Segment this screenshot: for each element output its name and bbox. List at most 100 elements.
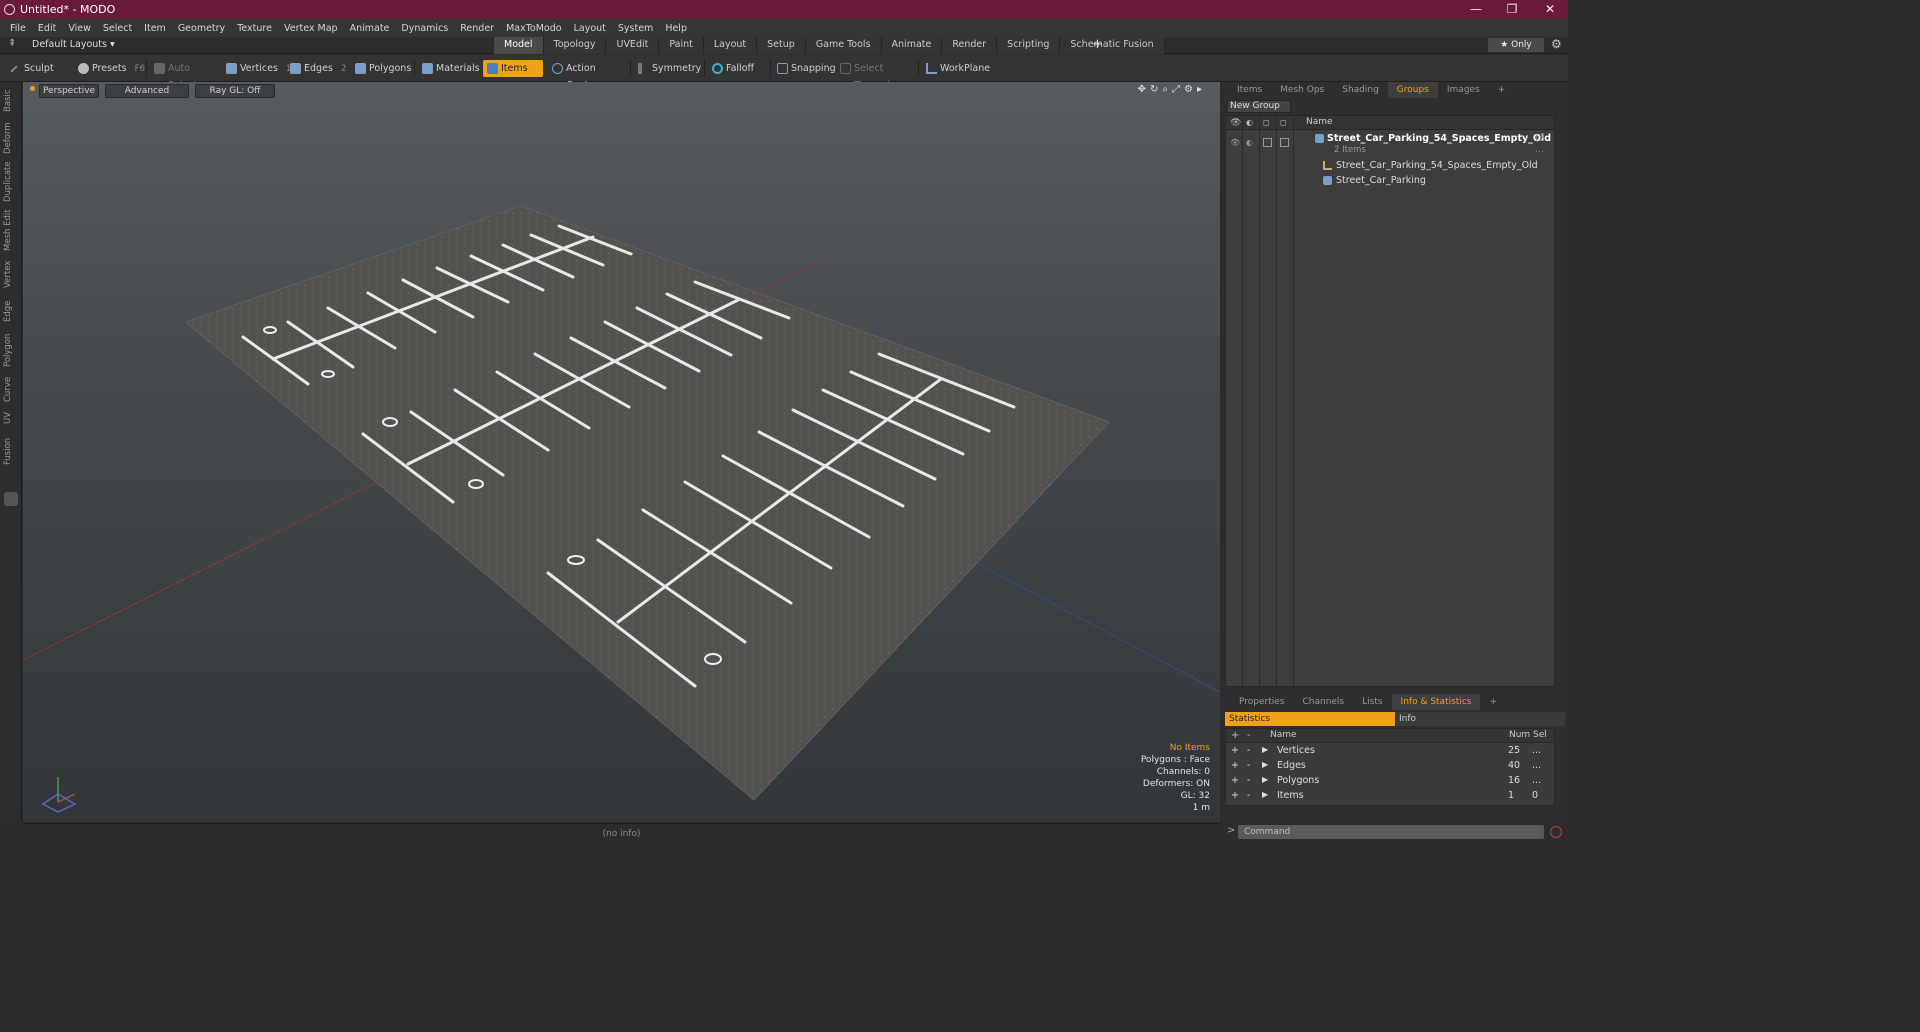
menu-texture[interactable]: Texture	[231, 23, 278, 34]
tab-info-statistics[interactable]: Info & Statistics	[1391, 694, 1481, 710]
group-child-row[interactable]: Street_Car_Parking	[1226, 174, 1556, 189]
row-add-icon[interactable]: +	[1231, 790, 1239, 801]
menu-select[interactable]: Select	[97, 23, 138, 34]
stats-row[interactable]: + - ▶ Edges 40 ...	[1226, 759, 1556, 774]
tab-topology[interactable]: Topology	[543, 37, 607, 54]
sculpt-button[interactable]: Sculpt	[6, 60, 68, 77]
menu-animate[interactable]: Animate	[344, 23, 396, 34]
stats-row[interactable]: + - ▶ Items 1 0	[1226, 789, 1556, 804]
tab-items[interactable]: Items	[1223, 82, 1271, 98]
vertices-button[interactable]: Vertices 1	[222, 60, 291, 77]
menu-edit[interactable]: Edit	[32, 23, 62, 34]
tab-lists[interactable]: Lists	[1353, 694, 1391, 710]
row-visibility-icon[interactable]: 👁	[1230, 138, 1240, 147]
tab-groups[interactable]: Groups	[1387, 82, 1438, 98]
tab-setup[interactable]: Setup	[757, 37, 806, 54]
side-tab-fusion[interactable]: Fusion	[3, 434, 19, 468]
row-remove-icon[interactable]: -	[1247, 745, 1250, 756]
menu-system[interactable]: System	[612, 23, 659, 34]
3d-viewport[interactable]: Perspective Advanced Ray GL: Off ✥↻⌕⤢⚙▸ …	[23, 82, 1220, 822]
add-panel-tab[interactable]: +	[1480, 694, 1506, 710]
perspective-dropdown[interactable]: Perspective	[39, 84, 99, 98]
side-tab-mesh-edit[interactable]: Mesh Edit	[3, 208, 19, 252]
tab-shading[interactable]: Shading	[1333, 82, 1388, 98]
select-through-button[interactable]: Select Through	[836, 60, 916, 91]
menu-maxtomodo[interactable]: MaxToModo	[500, 23, 568, 34]
viewport-menu-dot[interactable]	[30, 86, 35, 91]
command-input[interactable]: Command	[1238, 825, 1544, 839]
shading-dropdown[interactable]: Advanced	[105, 84, 189, 98]
row-remove-icon[interactable]: -	[1247, 790, 1250, 801]
menu-dynamics[interactable]: Dynamics	[395, 23, 454, 34]
row-add-icon[interactable]: +	[1231, 745, 1239, 756]
add-tab-button[interactable]: +	[1092, 37, 1103, 52]
tab-scripting[interactable]: Scripting	[997, 37, 1061, 54]
side-tab-polygon[interactable]: Polygon	[3, 330, 19, 370]
row-render-icon[interactable]: ◐	[1246, 138, 1253, 147]
edges-button[interactable]: Edges 2	[286, 60, 348, 77]
polygons-button[interactable]: Polygons	[351, 60, 411, 77]
row-add-icon[interactable]: +	[1231, 775, 1239, 786]
menu-help[interactable]: Help	[659, 23, 693, 34]
raygl-toggle[interactable]: Ray GL: Off	[195, 84, 275, 98]
expand-arrow-icon[interactable]: ▶	[1262, 775, 1268, 784]
side-tab-curve[interactable]: Curve	[3, 374, 19, 404]
row-remove-icon[interactable]: -	[1247, 760, 1250, 771]
maximize-button[interactable]: ❐	[1494, 0, 1530, 19]
expand-arrow-icon[interactable]: ▶	[1262, 745, 1268, 754]
tab-mesh-ops[interactable]: Mesh Ops	[1271, 82, 1333, 98]
side-tab-deform[interactable]: Deform	[3, 120, 19, 156]
tab-channels[interactable]: Channels	[1293, 694, 1353, 710]
menu-file[interactable]: File	[4, 23, 32, 34]
menu-layout[interactable]: Layout	[568, 23, 612, 34]
default-layouts-dropdown[interactable]: Default Layouts ▾	[32, 39, 115, 50]
materials-button[interactable]: Materials	[418, 60, 480, 77]
statistics-tab[interactable]: Statistics	[1225, 712, 1395, 726]
auto-select-button[interactable]: Auto Select	[150, 60, 218, 91]
expand-arrow-icon[interactable]: ▶	[1262, 790, 1268, 799]
info-tab[interactable]: Info	[1395, 712, 1565, 726]
side-tab-duplicate[interactable]: Duplicate	[3, 160, 19, 204]
collapse-all-icon[interactable]: -	[1247, 730, 1251, 741]
stats-row[interactable]: + - ▶ Polygons 16 ...	[1226, 774, 1556, 789]
gear-icon[interactable]: ⚙	[1551, 37, 1562, 51]
menu-render[interactable]: Render	[454, 23, 500, 34]
side-tab-edge[interactable]: Edge	[3, 296, 19, 326]
only-button[interactable]: ★ Only	[1488, 38, 1544, 52]
new-group-button[interactable]: New Group	[1227, 100, 1291, 113]
falloff-button[interactable]: Falloff	[708, 60, 770, 77]
workplane-button[interactable]: WorkPlane	[922, 60, 990, 77]
tab-properties[interactable]: Properties	[1223, 694, 1293, 710]
tab-model[interactable]: Model	[494, 37, 544, 54]
items-button[interactable]: Items	[483, 60, 543, 77]
symmetry-button[interactable]: Symmetry	[634, 60, 704, 77]
tab-layout[interactable]: Layout	[703, 37, 758, 54]
row-select-checkbox[interactable]	[1280, 138, 1289, 147]
stats-row[interactable]: + - ▶ Vertices 25 ...	[1226, 744, 1556, 759]
tab-images[interactable]: Images	[1438, 82, 1489, 98]
row-lock-checkbox[interactable]	[1263, 138, 1272, 147]
menu-geometry[interactable]: Geometry	[172, 23, 231, 34]
group-row[interactable]: 👁 ◐ Street_Car_Parking_54_Spaces_Empty_O…	[1226, 132, 1556, 158]
action-center-button[interactable]: Action Center	[548, 60, 626, 91]
side-tab-vertex[interactable]: Vertex	[3, 256, 19, 292]
expand-all-icon[interactable]: +	[1231, 730, 1239, 741]
tab-schematic-fusion[interactable]: Schematic Fusion	[1060, 37, 1165, 54]
close-button[interactable]: ✕	[1532, 0, 1568, 19]
minimize-button[interactable]: —	[1458, 0, 1494, 19]
expand-arrow-icon[interactable]: ▶	[1262, 760, 1268, 769]
tab-render[interactable]: Render	[942, 37, 998, 54]
row-remove-icon[interactable]: -	[1247, 775, 1250, 786]
tab-paint[interactable]: Paint	[659, 37, 704, 54]
row-add-icon[interactable]: +	[1231, 760, 1239, 771]
tab-game-tools[interactable]: Game Tools	[805, 37, 882, 54]
menu-item[interactable]: Item	[138, 23, 172, 34]
side-tab-toggle[interactable]	[4, 492, 18, 506]
menu-view[interactable]: View	[62, 23, 97, 34]
group-child-row[interactable]: Street_Car_Parking_54_Spaces_Empty_Old	[1226, 159, 1556, 174]
snapping-button[interactable]: Snapping	[773, 60, 836, 77]
add-panel-tab[interactable]: +	[1489, 82, 1515, 98]
side-tab-uv[interactable]: UV	[3, 408, 19, 428]
record-icon[interactable]	[1550, 826, 1562, 838]
viewport-nav-icons[interactable]: ✥↻⌕⤢⚙▸	[1138, 84, 1206, 95]
